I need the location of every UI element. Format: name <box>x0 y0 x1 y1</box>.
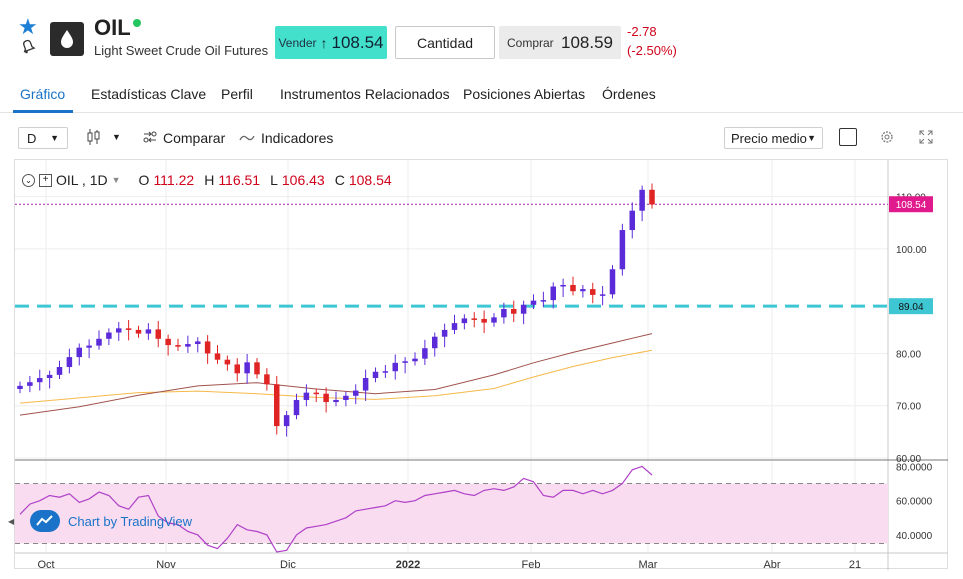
candle-body <box>629 210 635 231</box>
candle-body <box>323 393 329 403</box>
candle-body <box>609 269 616 295</box>
candle-body <box>185 344 191 347</box>
time-axis-label: Nov <box>156 559 176 571</box>
candle-body <box>254 362 260 375</box>
high-label: H <box>204 172 215 188</box>
candle-body <box>362 378 369 391</box>
candle-body <box>560 284 566 287</box>
open-value: 111.22 <box>153 172 195 188</box>
ohlc-legend: ⌄ + OIL , 1D ▼ O 111.22 H 116.51 L 106.43 C… <box>22 172 392 188</box>
candle-body <box>56 367 63 375</box>
support-price-tag-label: 89.04 <box>898 302 923 313</box>
time-axis-label: Dic <box>280 559 296 571</box>
candle-body <box>441 329 448 337</box>
candle-body <box>570 284 576 292</box>
candle-body <box>520 304 527 314</box>
candle-body <box>116 328 122 333</box>
candle-body <box>155 329 161 339</box>
candle-body <box>27 382 33 386</box>
candle-body <box>412 358 418 362</box>
candle-body <box>165 338 171 346</box>
time-axis-label: 21 <box>849 559 861 571</box>
candle-body <box>471 318 477 320</box>
candle-body <box>343 395 349 400</box>
candle-body <box>392 362 398 372</box>
candle-body <box>353 390 359 396</box>
candle-body <box>402 361 408 363</box>
time-axis-label: 2022 <box>396 559 420 571</box>
last-price-tag-label: 108.54 <box>896 200 927 211</box>
candle-body <box>204 341 211 354</box>
candle-body <box>540 300 547 302</box>
candle-body <box>461 318 468 324</box>
candle-body <box>283 415 290 427</box>
watermark-text: Chart by TradingView <box>68 513 193 529</box>
candle-body <box>451 323 458 330</box>
candle-body <box>550 286 556 301</box>
tradingview-watermark[interactable]: Chart by TradingView <box>30 510 192 532</box>
candle-body <box>481 318 487 323</box>
time-axis-label: Abr <box>763 559 780 571</box>
price-tick-label: 70.00 <box>896 402 921 413</box>
candle-body <box>86 345 92 348</box>
candle-body <box>313 392 319 395</box>
candle-body <box>382 371 389 373</box>
close-label: C <box>334 172 345 188</box>
candle-body <box>264 374 270 385</box>
candle-body <box>234 364 240 374</box>
candle-body <box>639 189 645 211</box>
candle-body <box>293 399 300 416</box>
candle-body <box>244 362 250 374</box>
candle-body <box>37 378 43 383</box>
candle-body <box>599 294 606 296</box>
low-label: L <box>270 172 278 188</box>
candle-body <box>590 289 596 295</box>
rsi-tick-label: 60.0000 <box>896 497 933 508</box>
chevron-down-icon[interactable]: ▼ <box>112 175 121 185</box>
close-value: 108.54 <box>348 172 392 188</box>
rsi-tick-label: 40.0000 <box>896 531 933 542</box>
candle-body <box>580 289 586 292</box>
candle-body <box>135 329 142 334</box>
candle-body <box>432 336 438 349</box>
time-axis-label: Feb <box>522 559 541 571</box>
legend-symbol: OIL , 1D <box>56 172 108 188</box>
rsi-tick-label: 80.0000 <box>896 462 933 473</box>
candle-body <box>106 332 112 339</box>
candle-body <box>214 353 221 360</box>
candle-body <box>76 347 82 358</box>
candle-body <box>125 328 132 330</box>
candle-body <box>195 341 201 345</box>
candle-body <box>372 371 379 379</box>
candle-body <box>333 399 339 403</box>
candle-body <box>619 230 626 270</box>
price-tick-label: 100.00 <box>896 245 927 256</box>
time-axis-label: Mar <box>639 559 658 571</box>
candle-body <box>224 359 231 365</box>
candle-body <box>501 309 507 318</box>
candle-body <box>422 348 428 359</box>
price-chart[interactable]: 110.00100.0080.0070.0060.0080.000060.000… <box>0 0 963 579</box>
candle-body <box>303 392 310 400</box>
candle-body <box>66 357 73 368</box>
price-tick-label: 80.00 <box>896 349 921 360</box>
candle-body <box>491 317 497 323</box>
rsi-collapse-arrow-icon[interactable]: ◀ <box>8 517 14 526</box>
candle-body <box>145 329 152 334</box>
candle-body <box>274 384 280 427</box>
candle-body <box>175 345 181 347</box>
candle-body <box>649 189 655 205</box>
add-icon[interactable]: + <box>39 173 52 187</box>
candle-body <box>46 374 53 379</box>
open-label: O <box>138 172 150 188</box>
candle-body <box>530 300 537 305</box>
high-value: 116.51 <box>218 172 261 188</box>
candle-body <box>17 385 23 389</box>
tradingview-cloud-icon <box>30 510 60 532</box>
collapse-icon[interactable]: ⌄ <box>22 173 35 187</box>
candle-body <box>511 309 517 314</box>
candle-body <box>96 338 102 346</box>
low-value: 106.43 <box>281 172 325 188</box>
time-axis-label: Oct <box>37 559 54 571</box>
